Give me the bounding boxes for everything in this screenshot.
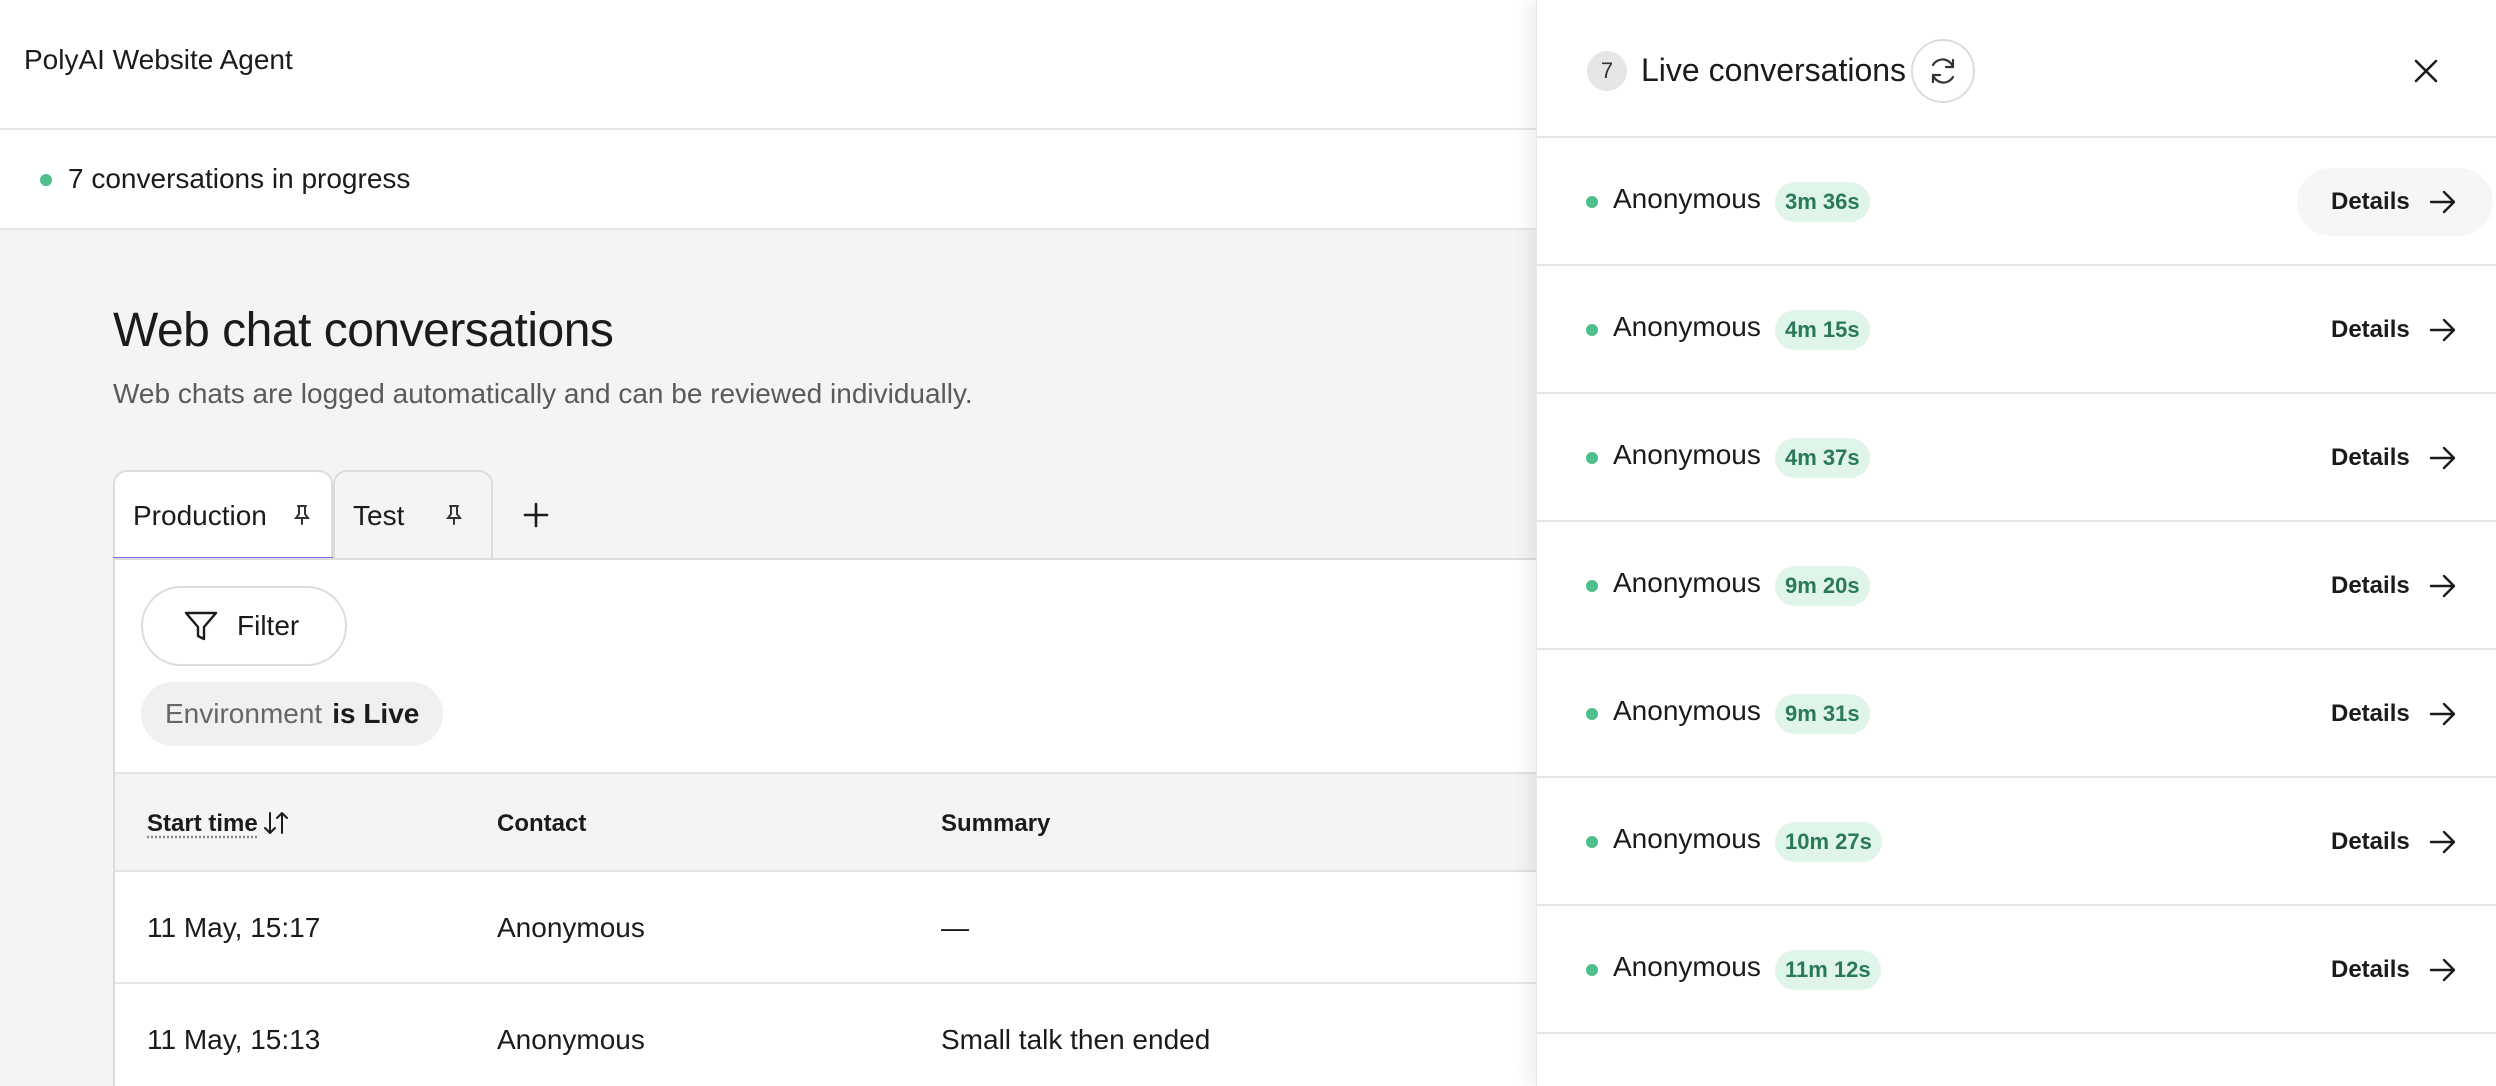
filter-label: Filter — [237, 610, 299, 642]
contact-name: Anonymous — [1613, 695, 1761, 727]
conversations-panel: Filter Environment is Live Start time Co… — [113, 558, 1536, 1086]
drawer-header: 7 Live conversations — [1537, 0, 2496, 138]
contact-name: Anonymous — [1613, 311, 1761, 343]
details-button[interactable]: Details — [2297, 936, 2493, 1004]
live-dot — [1586, 324, 1598, 336]
close-icon — [2413, 58, 2439, 84]
live-conversation-item[interactable]: Anonymous 10m 27s Details — [1537, 778, 2496, 906]
plus-icon — [523, 502, 549, 528]
add-tab-button[interactable] — [513, 492, 559, 538]
live-conversation-item[interactable]: Anonymous 9m 31s Details — [1537, 650, 2496, 778]
duration-badge: 10m 27s — [1775, 822, 1882, 862]
details-button[interactable]: Details — [2297, 680, 2493, 748]
cell-start-time: 11 May, 15:17 — [147, 912, 320, 944]
duration-badge: 4m 37s — [1775, 438, 1870, 478]
contact-name: Anonymous — [1613, 951, 1761, 983]
column-start-time[interactable]: Start time — [147, 810, 258, 838]
live-dot — [1586, 580, 1598, 592]
tab-label: Test — [353, 500, 404, 532]
drawer-title: Live conversations — [1641, 52, 1906, 89]
live-conversation-item[interactable]: Anonymous 11m 12s Details — [1537, 906, 2496, 1034]
duration-badge: 9m 20s — [1775, 566, 1870, 606]
refresh-icon — [1927, 55, 1959, 87]
details-label: Details — [2331, 700, 2410, 728]
details-label: Details — [2331, 956, 2410, 984]
details-label: Details — [2331, 572, 2410, 600]
details-label: Details — [2331, 316, 2410, 344]
contact-name: Anonymous — [1613, 567, 1761, 599]
live-dot — [1586, 964, 1598, 976]
table-row[interactable]: 11 May, 15:17 Anonymous — — [115, 872, 1538, 984]
details-button[interactable]: Details — [2297, 168, 2493, 236]
tab-label: Production — [133, 500, 267, 532]
arrow-right-icon — [2428, 573, 2458, 599]
contact-name: Anonymous — [1613, 183, 1761, 215]
filter-icon — [183, 609, 219, 643]
contact-name: Anonymous — [1613, 823, 1761, 855]
live-dot — [1586, 196, 1598, 208]
contact-name: Anonymous — [1613, 439, 1761, 471]
tab-production[interactable]: Production — [113, 470, 333, 560]
close-drawer-button[interactable] — [2407, 52, 2445, 90]
live-conversation-item[interactable]: Anonymous 4m 37s Details — [1537, 394, 2496, 522]
filter-button[interactable]: Filter — [141, 586, 347, 666]
arrow-right-icon — [2428, 189, 2458, 215]
column-contact: Contact — [497, 810, 586, 838]
arrow-right-icon — [2428, 445, 2458, 471]
chip-value: is Live — [332, 698, 419, 730]
arrow-right-icon — [2428, 957, 2458, 983]
arrow-right-icon — [2428, 701, 2458, 727]
sort-icon[interactable] — [261, 808, 291, 838]
duration-badge: 9m 31s — [1775, 694, 1870, 734]
pin-icon[interactable] — [443, 502, 465, 528]
arrow-right-icon — [2428, 317, 2458, 343]
arrow-right-icon — [2428, 829, 2458, 855]
details-label: Details — [2331, 188, 2410, 216]
live-dot — [1586, 452, 1598, 464]
cell-summary: Small talk then ended — [941, 1024, 1210, 1056]
table-header: Start time Contact Summary — [115, 772, 1538, 872]
app-title: PolyAI Website Agent — [24, 44, 293, 76]
live-conversation-item[interactable]: Anonymous 4m 15s Details — [1537, 266, 2496, 394]
tab-test[interactable]: Test — [333, 470, 493, 560]
details-label: Details — [2331, 444, 2410, 472]
details-button[interactable]: Details — [2297, 552, 2493, 620]
live-conversation-item[interactable]: Anonymous 3m 36s Details — [1537, 138, 2496, 266]
duration-badge: 3m 36s — [1775, 182, 1870, 222]
table-row[interactable]: 11 May, 15:13 Anonymous Small talk then … — [115, 984, 1538, 1086]
cell-summary: — — [941, 912, 969, 944]
details-button[interactable]: Details — [2297, 424, 2493, 492]
live-status-dot — [40, 174, 52, 186]
duration-badge: 11m 12s — [1775, 950, 1881, 990]
column-summary: Summary — [941, 810, 1050, 838]
refresh-button[interactable] — [1911, 39, 1975, 103]
duration-badge: 4m 15s — [1775, 310, 1870, 350]
cell-start-time: 11 May, 15:13 — [147, 1024, 320, 1056]
conversations-in-progress-text[interactable]: 7 conversations in progress — [68, 163, 410, 195]
details-button[interactable]: Details — [2297, 808, 2493, 876]
live-dot — [1586, 836, 1598, 848]
details-button[interactable]: Details — [2297, 296, 2493, 364]
live-conversation-item[interactable]: Anonymous 9m 20s Details — [1537, 522, 2496, 650]
pin-icon[interactable] — [291, 502, 313, 528]
page-title: Web chat conversations — [113, 303, 613, 358]
status-bar: 7 conversations in progress — [0, 130, 1536, 230]
cell-contact: Anonymous — [497, 1024, 645, 1056]
live-conversations-drawer: 7 Live conversations Anonymous 3m 36s Deta… — [1536, 0, 2496, 1086]
top-bar: PolyAI Website Agent — [0, 0, 1536, 130]
cell-contact: Anonymous — [497, 912, 645, 944]
details-label: Details — [2331, 828, 2410, 856]
page-subtitle: Web chats are logged automatically and c… — [113, 378, 973, 410]
live-count-badge: 7 — [1587, 51, 1627, 91]
chip-key: Environment — [165, 698, 322, 730]
live-dot — [1586, 708, 1598, 720]
environment-filter-chip[interactable]: Environment is Live — [141, 682, 443, 746]
